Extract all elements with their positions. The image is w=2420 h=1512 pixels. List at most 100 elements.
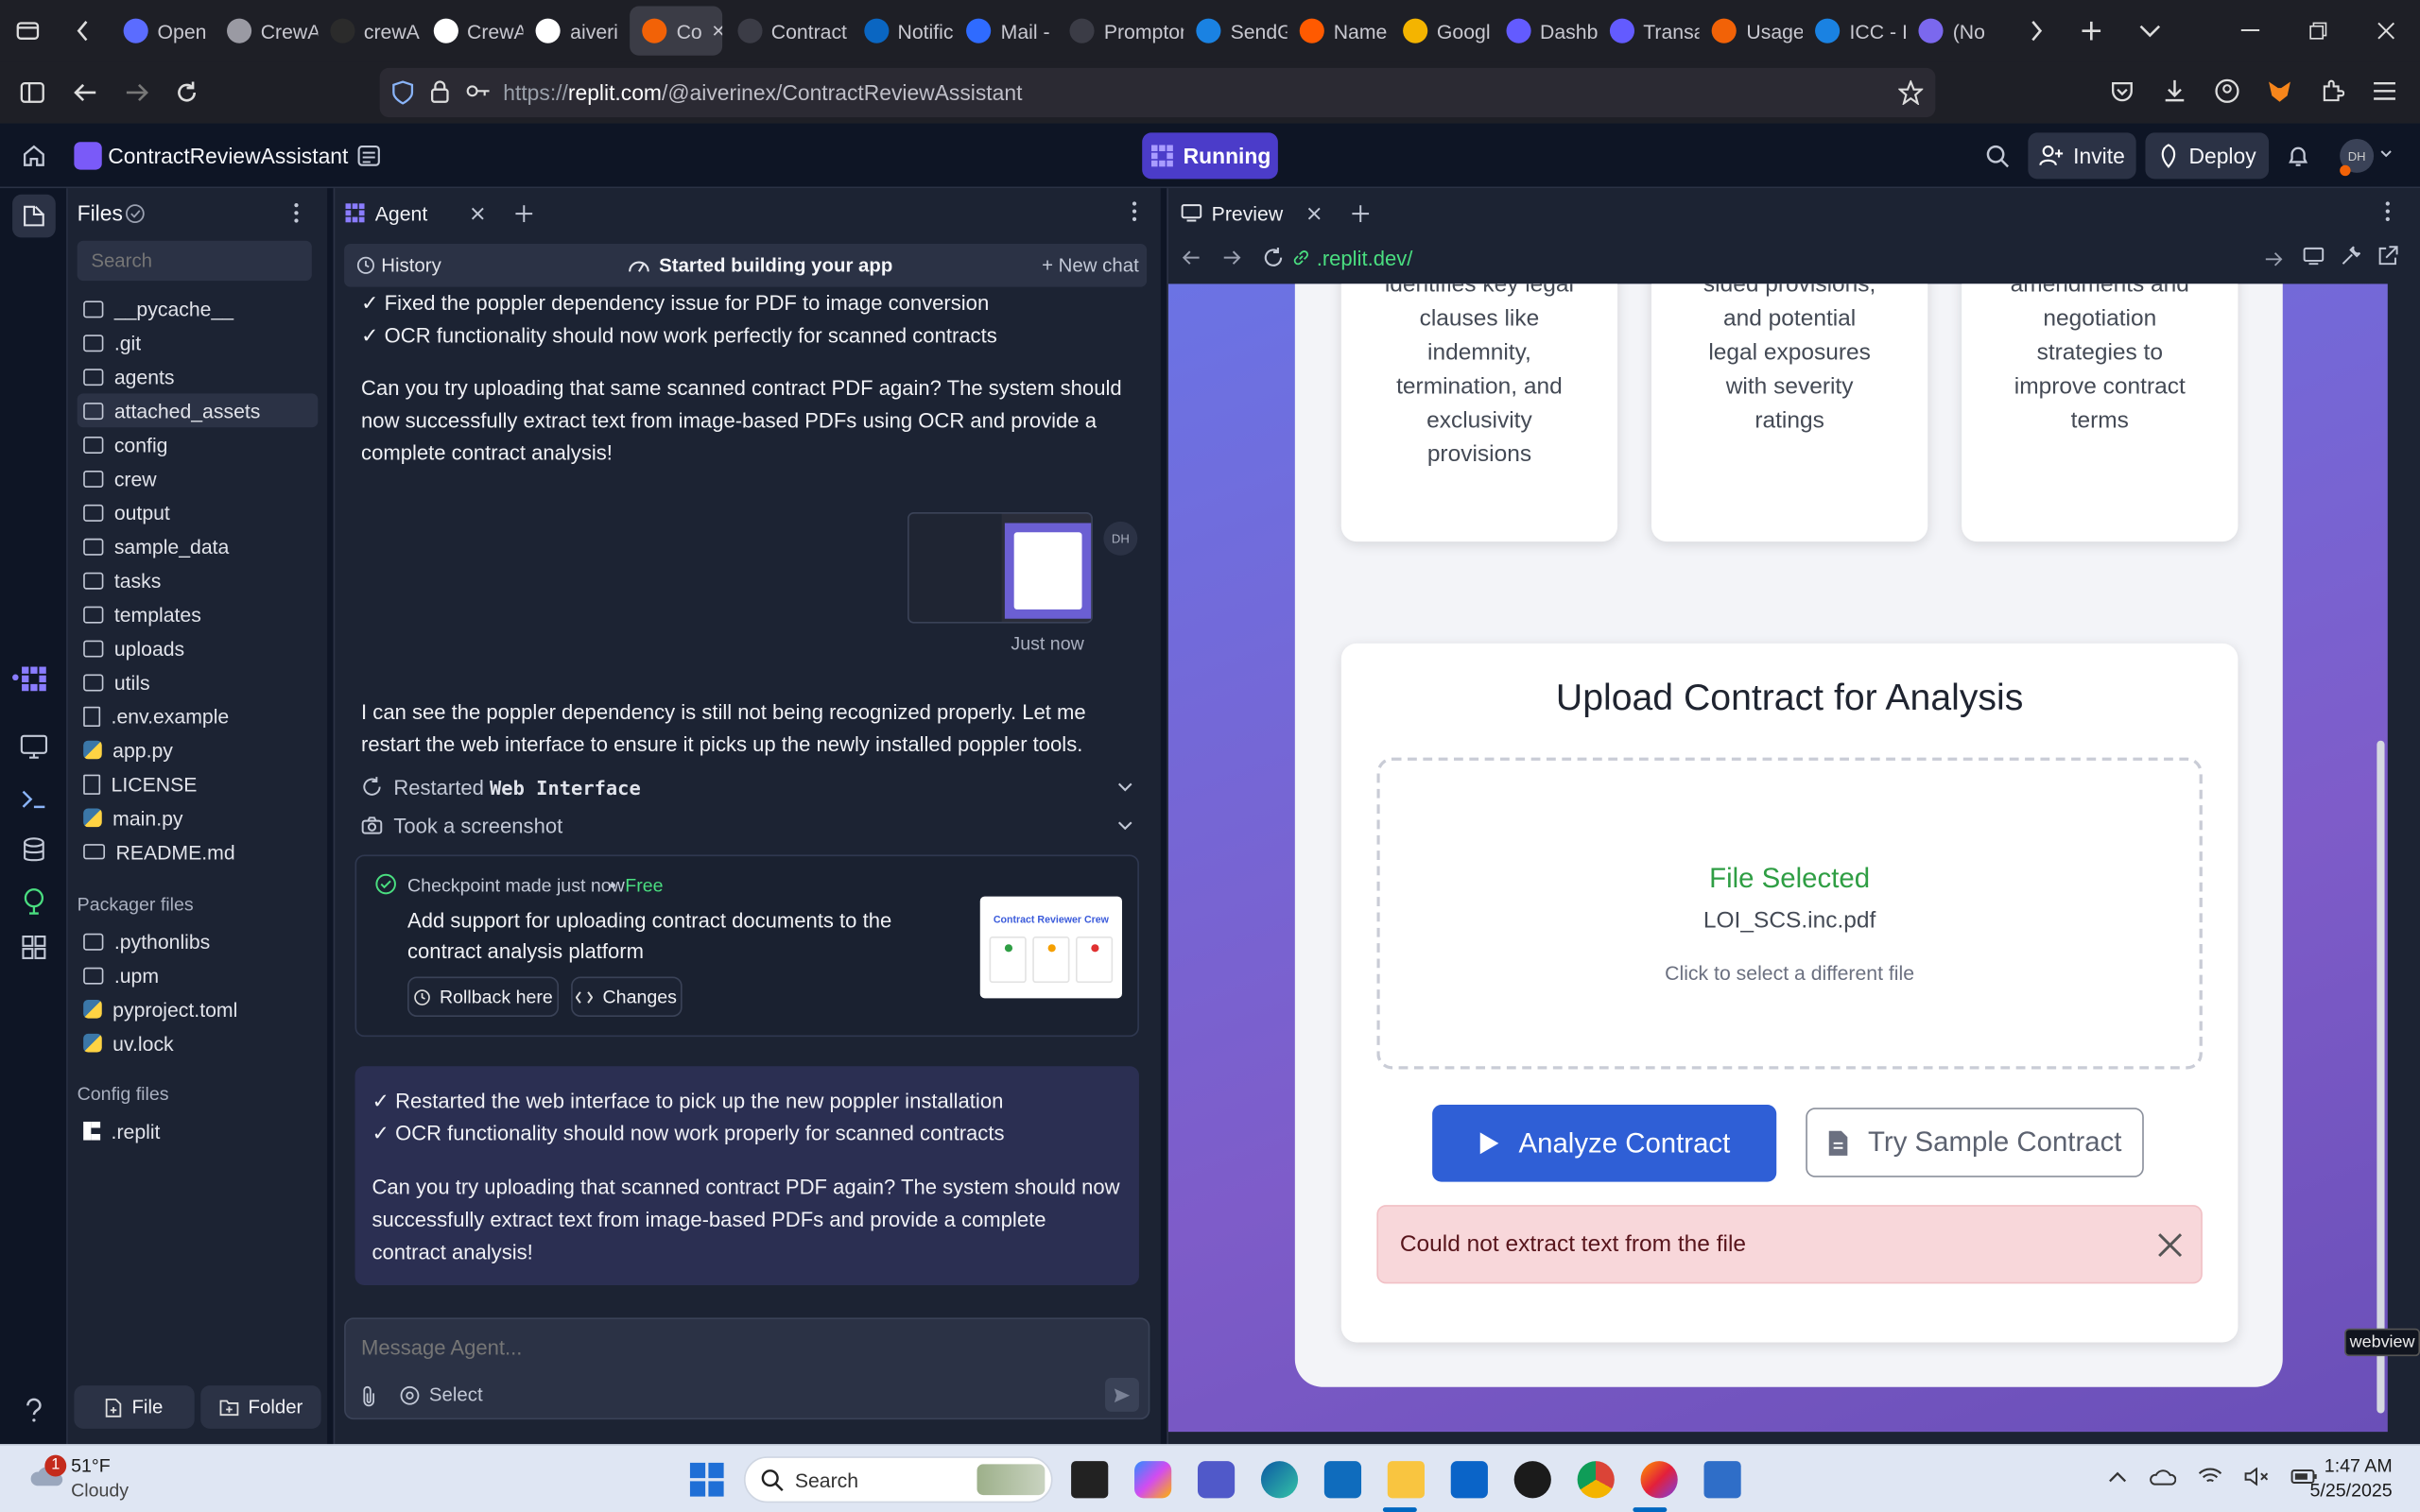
browser-tab[interactable]: ICC - I — [1804, 0, 1907, 61]
tab-scroll-right-icon[interactable] — [2010, 0, 2063, 61]
notifications-bell-icon[interactable] — [2286, 144, 2310, 168]
tray-chevron-icon[interactable] — [2108, 1470, 2127, 1483]
shell-icon[interactable] — [20, 787, 47, 812]
file-item[interactable]: .env.example — [78, 699, 319, 733]
firefox-icon[interactable] — [1640, 1461, 1678, 1499]
tab-overview-icon[interactable] — [0, 0, 56, 61]
file-item[interactable]: agents — [78, 359, 319, 393]
lock-icon[interactable] — [431, 80, 450, 103]
file-item[interactable]: .upm — [78, 958, 319, 992]
browser-tab[interactable]: Contract R — [725, 0, 852, 61]
close-tab-icon[interactable]: ✕ — [712, 21, 722, 42]
attach-icon[interactable] — [361, 1385, 376, 1407]
file-item[interactable]: uv.lock — [78, 1026, 319, 1060]
browser-tab[interactable]: Usage — [1700, 0, 1804, 61]
webview-icon[interactable] — [20, 734, 48, 759]
file-item[interactable]: __pycache__ — [78, 292, 319, 326]
changes-button[interactable]: Changes — [571, 976, 683, 1017]
layout-icon[interactable] — [356, 144, 381, 168]
permissions-icon[interactable] — [466, 82, 491, 101]
agent-icon[interactable] — [20, 665, 47, 693]
bookmark-star-icon[interactable] — [1898, 79, 1924, 106]
preview-url-bar[interactable]: .replit.dev/ — [1292, 241, 2295, 275]
open-new-tab-icon[interactable] — [2377, 246, 2398, 267]
browser-tab[interactable]: CrewA — [215, 0, 318, 61]
browser-tab[interactable]: Notific — [852, 0, 955, 61]
dell-icon[interactable] — [1513, 1461, 1551, 1499]
tab-agent[interactable]: Agent — [344, 196, 533, 230]
close-preview-tab-icon[interactable] — [1307, 206, 1322, 220]
file-item[interactable]: .git — [78, 325, 319, 359]
file-item[interactable]: output — [78, 495, 319, 529]
open-url-icon[interactable] — [2264, 251, 2283, 266]
file-item[interactable]: utils — [78, 665, 319, 699]
running-button[interactable]: Running — [1142, 132, 1278, 180]
browser-tab[interactable]: Transa — [1597, 0, 1700, 61]
edge-icon[interactable] — [1260, 1461, 1299, 1499]
browser-tab[interactable]: Open — [112, 0, 215, 61]
try-sample-button[interactable]: Try Sample Contract — [1806, 1108, 2144, 1177]
preview-reload-icon[interactable] — [1263, 247, 1285, 268]
taskbar-search[interactable]: Search — [743, 1456, 1053, 1503]
minimize-icon[interactable] — [2217, 0, 2285, 61]
webview[interactable]: identifies key legal clauses like indemn… — [1167, 284, 2388, 1433]
file-item[interactable]: .pythonlibs — [78, 924, 319, 958]
onedrive-icon[interactable] — [2149, 1468, 2177, 1486]
scrollbar-thumb[interactable] — [2377, 740, 2385, 1414]
file-item[interactable]: main.py — [78, 800, 319, 834]
action-screenshot[interactable]: Took a screenshot — [361, 809, 1132, 843]
browser-tab[interactable]: SendG — [1184, 0, 1288, 61]
send-icon[interactable] — [1105, 1378, 1139, 1412]
deployments-icon[interactable] — [22, 887, 46, 915]
invite-button[interactable]: Invite — [2028, 132, 2136, 180]
user-attached-screenshot[interactable] — [908, 512, 1093, 624]
browser-tab[interactable]: Googl — [1391, 0, 1494, 61]
reload-icon[interactable] — [170, 77, 204, 109]
menu-icon[interactable] — [2371, 77, 2398, 105]
shield-icon[interactable] — [392, 80, 414, 105]
file-item[interactable]: crew — [78, 461, 319, 495]
browser-tab[interactable]: Name — [1288, 0, 1391, 61]
new-chat-button[interactable]: + New chat — [1042, 254, 1139, 276]
browser-tab[interactable]: crewA — [318, 0, 421, 61]
avatar-chevron-icon[interactable] — [2380, 149, 2393, 159]
browser-tab[interactable]: (No — [1907, 0, 2010, 61]
file-item[interactable]: config — [78, 427, 319, 461]
downloads-icon[interactable] — [2161, 77, 2188, 105]
tab-list-icon[interactable] — [2120, 0, 2179, 61]
rollback-button[interactable]: Rollback here — [407, 976, 560, 1017]
pocket-icon[interactable] — [2108, 77, 2135, 105]
action-restarted[interactable]: Restarted Web Interface — [361, 770, 1132, 804]
add-tab-icon[interactable] — [515, 204, 533, 222]
browser-tab[interactable]: CrewA — [421, 0, 524, 61]
all-tools-icon[interactable] — [22, 935, 46, 959]
account-icon[interactable] — [2213, 77, 2240, 105]
help-icon[interactable] — [23, 1398, 44, 1422]
file-item[interactable]: pyproject.toml — [78, 992, 319, 1026]
windows-start-icon[interactable] — [689, 1462, 724, 1497]
expand-chevron-icon[interactable] — [1117, 821, 1132, 831]
close-alert-icon[interactable] — [2158, 1233, 2183, 1258]
tab-scroll-left-icon[interactable] — [56, 0, 112, 61]
checkpoint-thumbnail[interactable]: Contract Reviewer Crew — [979, 896, 1122, 999]
preview-back-icon[interactable] — [1182, 249, 1201, 265]
file-item[interactable]: app.py — [78, 733, 319, 767]
message-input[interactable] — [345, 1325, 1149, 1369]
browser-tab[interactable]: Prompton — [1058, 0, 1184, 61]
browser-tab[interactable]: Dashb — [1494, 0, 1597, 61]
browser-tab[interactable]: aiveri — [524, 0, 627, 61]
new-tab-icon[interactable] — [2062, 0, 2120, 61]
close-agent-tab-icon[interactable] — [471, 206, 485, 220]
notepad-icon[interactable] — [1703, 1461, 1741, 1499]
teams-icon[interactable] — [1197, 1461, 1236, 1499]
file-explorer-icon[interactable] — [1387, 1461, 1425, 1499]
restore-icon[interactable] — [2284, 0, 2352, 61]
file-dropzone[interactable]: File Selected LOI_SCS.inc.pdf Click to s… — [1376, 757, 2203, 1070]
volume-muted-icon[interactable] — [2244, 1467, 2269, 1486]
browser-tab[interactable]: Mail - — [955, 0, 1058, 61]
history-icon[interactable] — [356, 256, 375, 275]
preview-forward-icon[interactable] — [1222, 249, 1241, 265]
search-icon[interactable] — [1985, 144, 2010, 168]
add-tab-icon[interactable] — [1352, 204, 1370, 222]
back-icon[interactable] — [68, 77, 102, 109]
